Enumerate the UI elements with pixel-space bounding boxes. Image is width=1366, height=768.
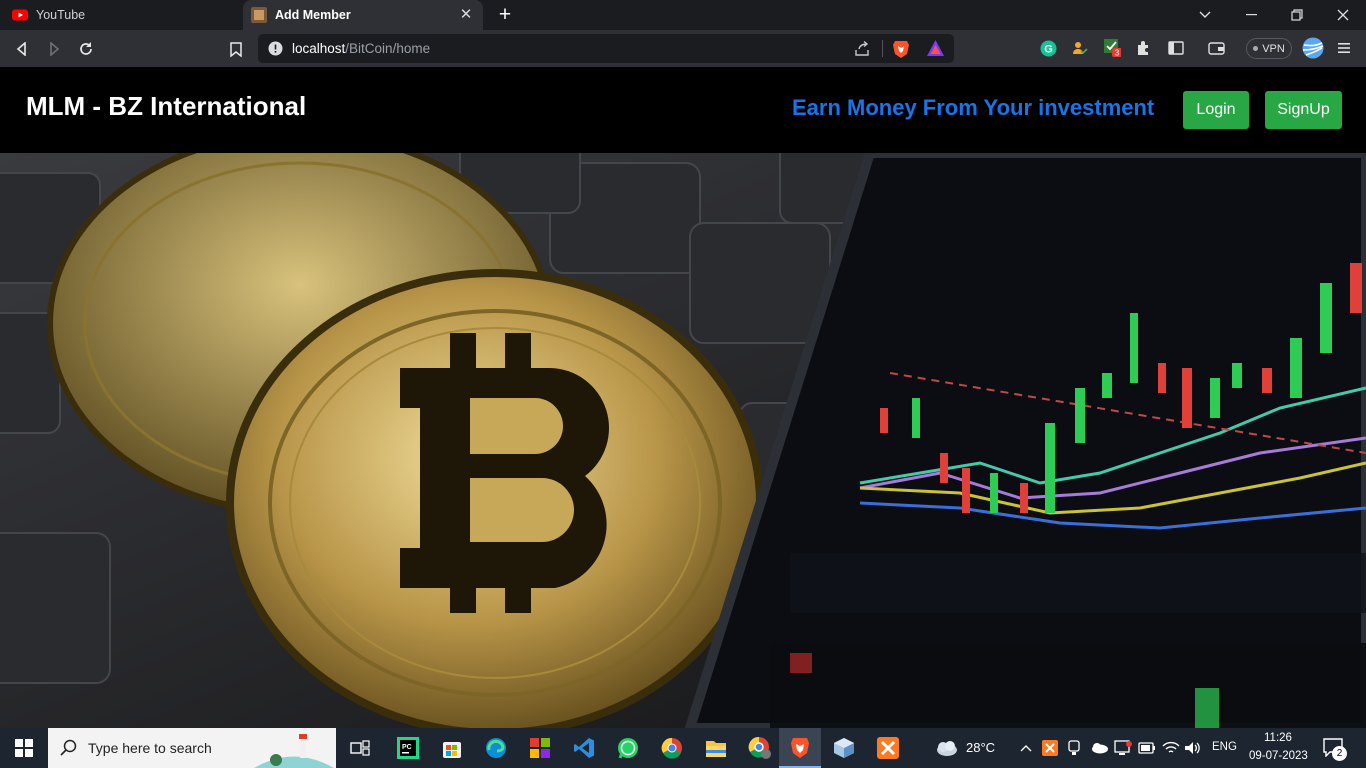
back-icon[interactable] <box>10 37 34 61</box>
hero-image <box>0 153 1366 728</box>
battery-icon[interactable] <box>1136 736 1158 760</box>
file-explorer-icon[interactable] <box>704 736 728 760</box>
login-button[interactable]: Login <box>1183 91 1249 129</box>
person-extension-icon[interactable] <box>1071 39 1089 57</box>
reload-icon[interactable] <box>74 37 98 61</box>
menu-icon[interactable] <box>1336 39 1354 57</box>
profile-avatar[interactable] <box>1302 37 1324 59</box>
virtualbox-icon[interactable] <box>832 736 856 760</box>
volume-icon[interactable] <box>1182 736 1204 760</box>
bitcoin-hero-graphic <box>0 153 1366 728</box>
site-navbar: MLM - BZ International Earn Money From Y… <box>0 67 1366 153</box>
site-tagline: Earn Money From Your investment <box>792 95 1155 120</box>
close-tab-icon[interactable]: ✕ <box>457 6 475 24</box>
notification-count-badge: 2 <box>1332 746 1347 761</box>
office-apps-icon[interactable] <box>528 736 552 760</box>
weather-cloud-icon[interactable] <box>932 736 960 760</box>
site-info-icon[interactable] <box>268 41 283 56</box>
todo-extension-icon[interactable]: 3 <box>1103 39 1121 58</box>
close-window-icon[interactable] <box>1320 0 1366 30</box>
tray-device-icon[interactable] <box>1064 736 1084 760</box>
search-icon <box>60 739 77 756</box>
browser-toolbar: localhost/BitCoin/home G 3 VPN <box>0 30 1366 67</box>
wifi-icon[interactable] <box>1160 736 1182 760</box>
url-host: localhost <box>292 41 346 56</box>
tray-chevron-up-icon[interactable] <box>1016 736 1036 760</box>
site-brand[interactable]: MLM - BZ International <box>26 91 306 122</box>
address-bar[interactable]: localhost/BitCoin/home <box>258 34 954 63</box>
taskbar-search-placeholder: Type here to search <box>88 740 212 756</box>
clock-time[interactable]: 11:26 <box>1264 732 1292 744</box>
sidebar-icon[interactable] <box>1167 39 1185 57</box>
tab-add-member-label: Add Member <box>275 8 351 22</box>
taskbar-search-box[interactable]: Type here to search <box>48 728 336 768</box>
svg-text:PC: PC <box>402 744 412 751</box>
page-favicon-icon <box>251 7 267 23</box>
url-text: localhost/BitCoin/home <box>292 41 430 56</box>
brave-rewards-icon[interactable] <box>926 39 945 57</box>
onedrive-icon[interactable] <box>1088 736 1110 760</box>
edge-icon[interactable] <box>484 736 508 760</box>
pycharm-icon[interactable]: PC <box>396 736 420 760</box>
tab-search-chevron-icon[interactable] <box>1182 0 1228 30</box>
share-icon[interactable] <box>854 41 870 57</box>
extension-badge: 3 <box>1115 49 1120 58</box>
microsoft-store-icon[interactable] <box>440 736 464 760</box>
vpn-status-dot <box>1253 46 1259 51</box>
chrome-icon[interactable] <box>660 736 684 760</box>
brave-shields-icon[interactable] <box>892 39 910 58</box>
vpn-button[interactable]: VPN <box>1246 38 1292 59</box>
bookmark-icon[interactable] <box>224 37 248 61</box>
task-view-icon[interactable] <box>348 736 372 760</box>
address-divider <box>882 40 883 57</box>
tab-add-member[interactable]: Add Member ✕ <box>243 0 483 30</box>
notifications-icon[interactable]: 2 <box>1322 737 1348 761</box>
tray-xampp-icon[interactable] <box>1040 736 1060 760</box>
xampp-icon[interactable] <box>876 736 900 760</box>
youtube-icon <box>12 9 28 21</box>
new-tab-icon[interactable]: + <box>494 3 516 27</box>
restore-icon[interactable] <box>1274 0 1320 30</box>
grammarly-icon[interactable]: G <box>1039 39 1057 57</box>
windows-taskbar: Type here to search PC 28°C ENG 11:26 09… <box>0 728 1366 768</box>
clock-date[interactable]: 09-07-2023 <box>1249 750 1308 762</box>
weather-temp[interactable]: 28°C <box>966 740 995 755</box>
search-highlight-graphic <box>254 734 334 768</box>
tray-monitor-icon[interactable] <box>1112 736 1134 760</box>
chrome-profile-icon[interactable] <box>748 736 772 760</box>
minimize-icon[interactable] <box>1228 0 1274 30</box>
language-indicator[interactable]: ENG <box>1212 741 1237 753</box>
tab-youtube[interactable]: YouTube <box>12 0 240 30</box>
brave-taskbar-active[interactable] <box>779 728 821 768</box>
extensions-puzzle-icon[interactable] <box>1135 39 1153 57</box>
tab-youtube-label: YouTube <box>36 8 86 22</box>
browser-tab-strip: YouTube Add Member ✕ + <box>0 0 1366 30</box>
wallet-icon[interactable] <box>1207 39 1225 57</box>
whatsapp-icon[interactable] <box>616 736 640 760</box>
url-path: /BitCoin/home <box>345 41 431 56</box>
vpn-label: VPN <box>1262 42 1285 55</box>
signup-button[interactable]: SignUp <box>1265 91 1342 129</box>
windows-start-icon[interactable] <box>12 736 36 760</box>
brave-browser-icon <box>791 738 809 758</box>
forward-icon[interactable] <box>42 37 66 61</box>
svg-text:G: G <box>1044 43 1053 55</box>
vscode-icon[interactable] <box>572 736 596 760</box>
